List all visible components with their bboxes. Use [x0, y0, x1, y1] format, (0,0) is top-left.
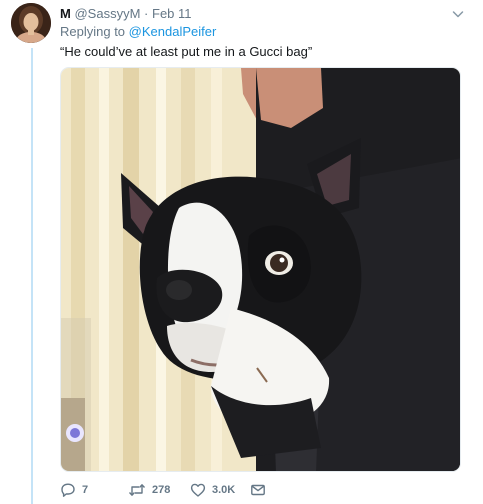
header-separator: ·	[144, 6, 149, 21]
reply-icon	[61, 483, 75, 497]
tweet-date[interactable]: Feb 11	[152, 6, 192, 21]
chevron-down-icon[interactable]	[451, 7, 465, 21]
tweet-actions: 7 278 3.0K	[60, 482, 360, 498]
tweet-photo[interactable]	[60, 67, 461, 472]
photo-of-boston-terrier-in-bag-icon	[61, 68, 460, 471]
like-action[interactable]: 3.0K	[190, 482, 235, 498]
direct-message-action[interactable]	[250, 482, 272, 498]
retweet-count: 278	[152, 484, 171, 496]
reply-to-user-link[interactable]: @KendalPeifer	[129, 24, 217, 39]
reply-action[interactable]: 7	[60, 482, 88, 498]
author-handle[interactable]: @SassyyM	[74, 6, 140, 21]
heart-icon	[190, 483, 206, 497]
retweet-icon	[128, 484, 146, 496]
reply-count: 7	[82, 484, 89, 496]
replying-to: Replying to @KendalPeifer	[60, 24, 216, 40]
like-count: 3.0K	[212, 484, 236, 496]
thread-line	[31, 48, 33, 504]
avatar[interactable]	[11, 3, 51, 43]
envelope-icon	[251, 484, 265, 496]
author-name[interactable]: M	[60, 6, 71, 21]
reply-prefix: Replying to	[60, 24, 126, 39]
tweet-header: M @SassyyM · Feb 11	[60, 6, 192, 22]
retweet-action[interactable]: 278	[128, 482, 170, 498]
tweet-text: “He could’ve at least put me in a Gucci …	[60, 44, 313, 59]
